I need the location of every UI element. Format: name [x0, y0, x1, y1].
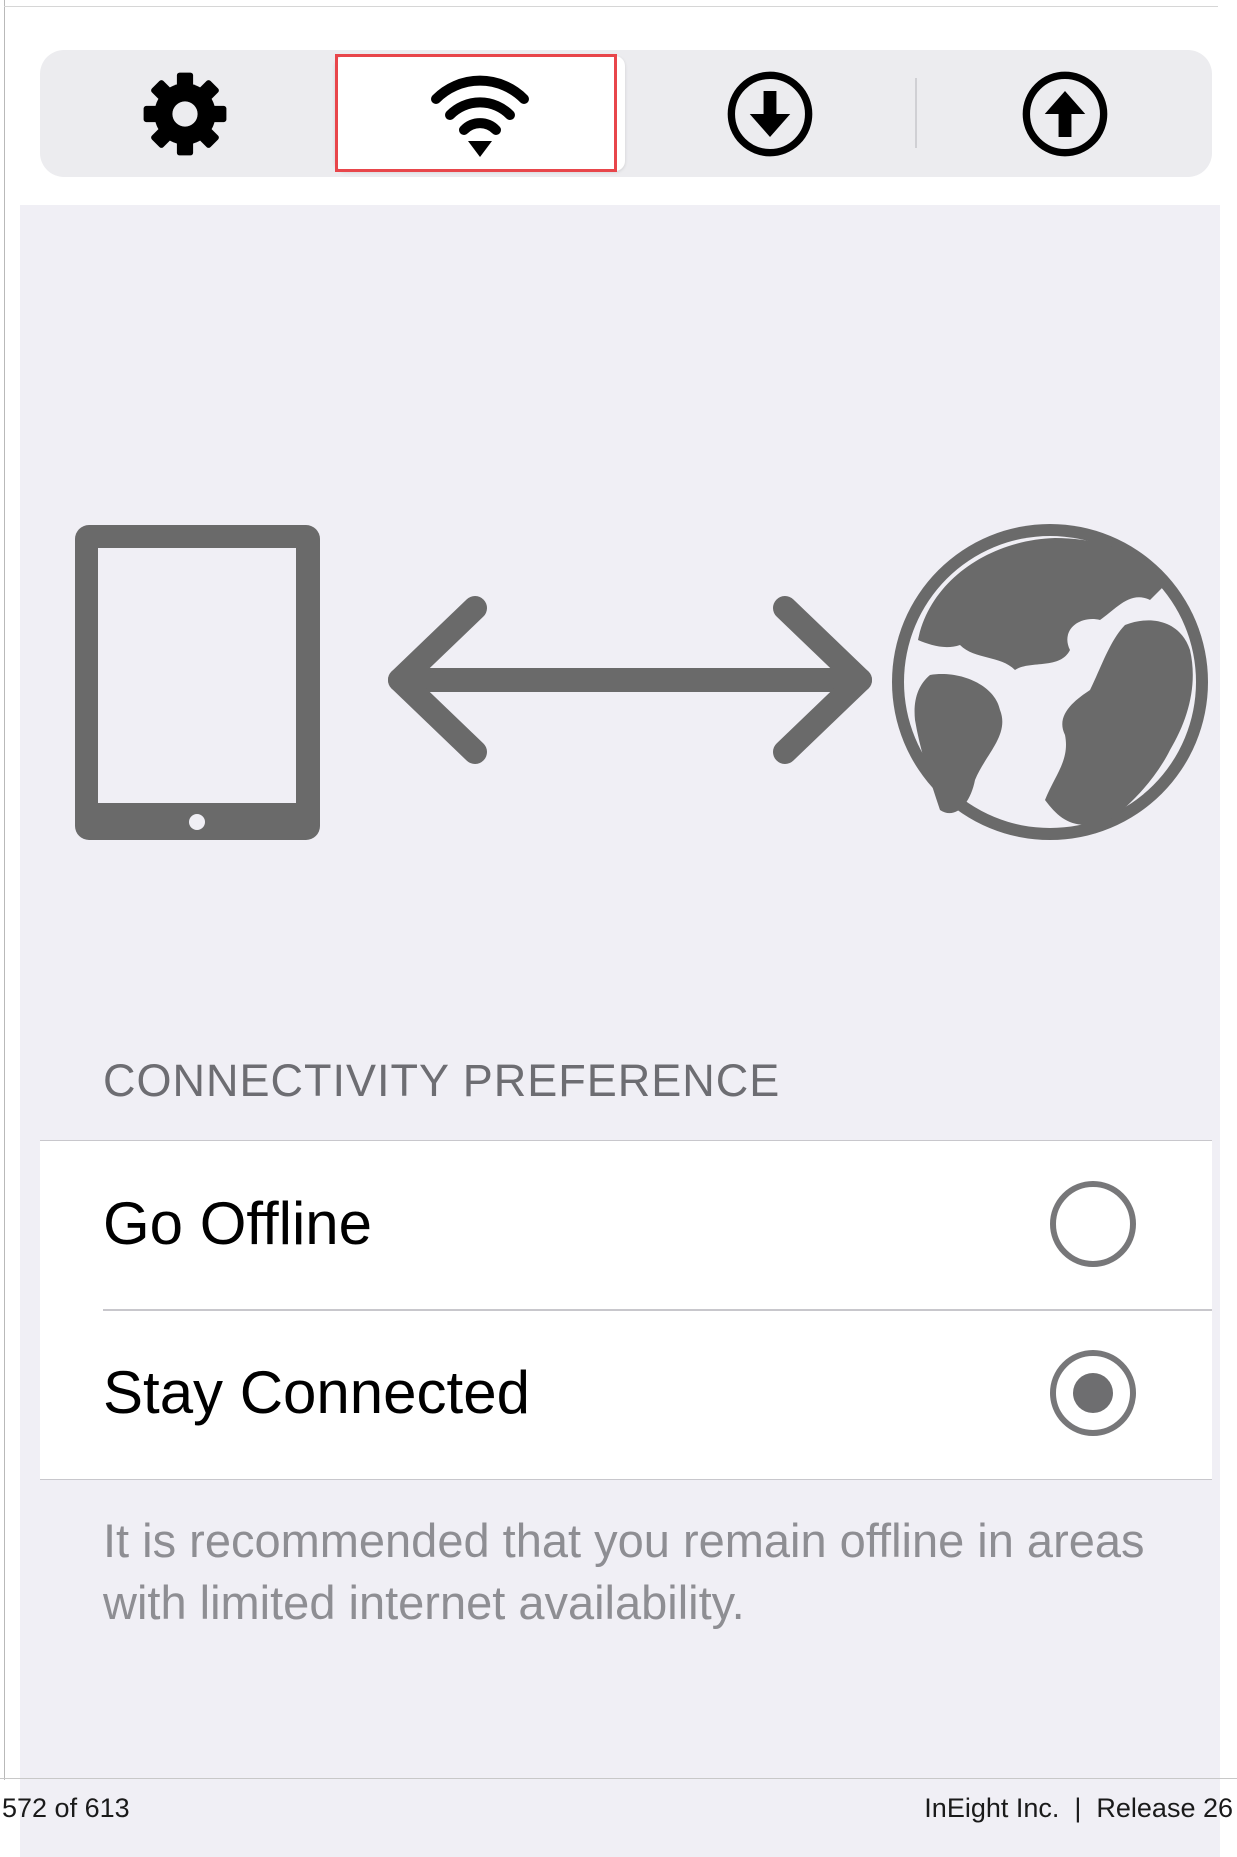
radio-selected-dot: [1073, 1373, 1113, 1413]
stay-connected-radio[interactable]: [1050, 1350, 1136, 1436]
company-release: InEight Inc. | Release 26: [924, 1793, 1233, 1823]
section-header: CONNECTIVITY PREFERENCE: [103, 1055, 781, 1106]
segment-divider: [915, 78, 917, 148]
tablet-icon: [75, 525, 320, 840]
option-label: Stay Connected: [103, 1359, 530, 1426]
connectivity-options-group: Go Offline Stay Connected: [40, 1140, 1212, 1480]
stay-connected-option[interactable]: Stay Connected: [40, 1310, 1212, 1478]
upload-segment[interactable]: [920, 50, 1210, 177]
option-label: Go Offline: [103, 1190, 373, 1257]
download-segment[interactable]: [625, 50, 915, 177]
segmented-toolbar: [40, 50, 1212, 177]
selected-segment-highlight: [335, 54, 617, 172]
globe-icon: [892, 524, 1208, 840]
page-footer-divider: [0, 1778, 1237, 1779]
frame-top-border: [4, 6, 1218, 7]
double-arrow-icon: [388, 596, 872, 764]
connectivity-illustration: [70, 520, 1210, 845]
download-circle-icon: [727, 71, 813, 156]
upload-circle-icon: [1022, 71, 1108, 156]
frame-left-border: [4, 0, 5, 1780]
go-offline-radio[interactable]: [1050, 1181, 1136, 1267]
go-offline-option[interactable]: Go Offline: [40, 1141, 1212, 1311]
gear-icon: [143, 72, 227, 155]
settings-segment[interactable]: [40, 50, 330, 177]
page-number: 572 of 613: [2, 1793, 130, 1823]
connectivity-footnote: It is recommended that you remain offlin…: [103, 1514, 1145, 1629]
